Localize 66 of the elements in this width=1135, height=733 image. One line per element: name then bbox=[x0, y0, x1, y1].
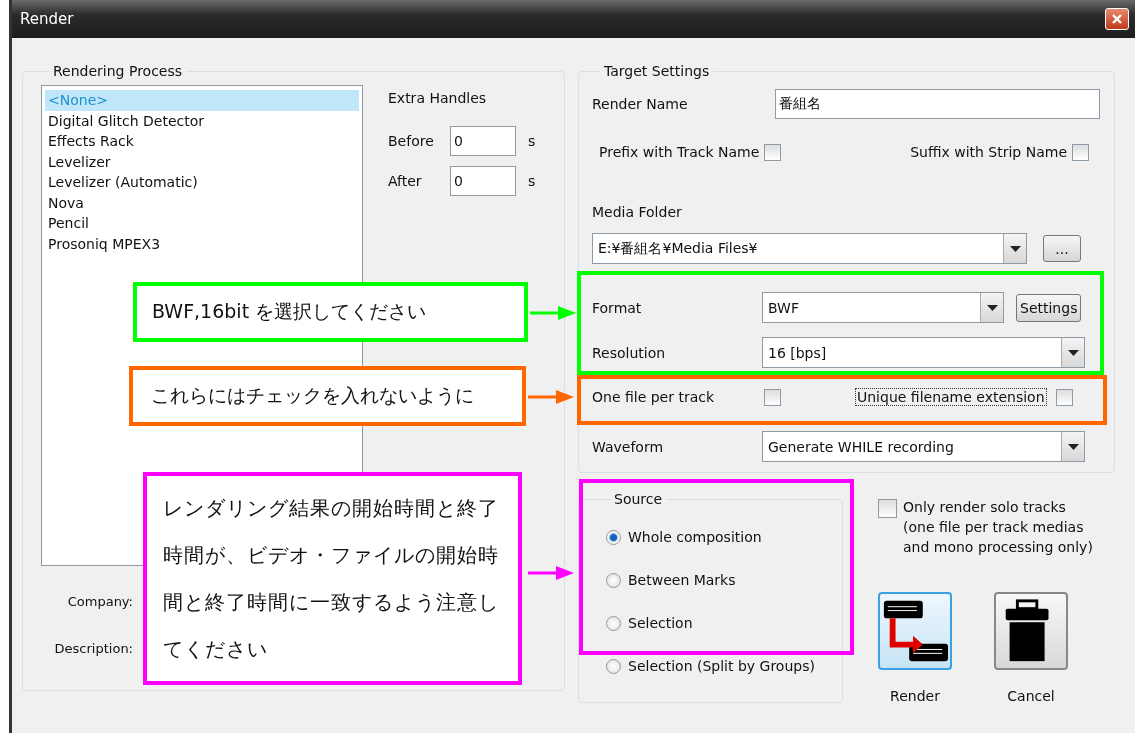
field-label: Resolution bbox=[592, 344, 667, 361]
caret-icon bbox=[986, 304, 998, 311]
input-field[interactable]: 番組名 bbox=[775, 89, 1100, 119]
list-item[interactable]: Pencil bbox=[45, 213, 359, 234]
button-label: Render bbox=[890, 688, 940, 704]
dropdown[interactable]: 16 [bps] bbox=[762, 337, 1085, 368]
field-label: Render Name bbox=[592, 96, 689, 112]
list-item[interactable]: Nova bbox=[45, 192, 359, 213]
caret-icon bbox=[1009, 245, 1021, 252]
close-button[interactable] bbox=[1105, 8, 1129, 30]
list-item[interactable]: Digital Glitch Detector bbox=[45, 110, 359, 131]
group-title: Target Settings bbox=[603, 63, 711, 79]
unit-label: s bbox=[528, 133, 536, 149]
close-icon bbox=[1111, 13, 1123, 25]
checkbox-label: Suffix with Strip Name bbox=[910, 144, 1067, 160]
checkbox[interactable] bbox=[764, 388, 781, 406]
radio-button[interactable] bbox=[606, 572, 621, 588]
settings-button[interactable]: Settings bbox=[1016, 293, 1082, 322]
field-label: After bbox=[388, 173, 423, 189]
field-label: Format bbox=[592, 299, 643, 316]
checkbox-label: Prefix with Track Name bbox=[599, 144, 760, 160]
checkbox[interactable] bbox=[1072, 143, 1089, 161]
list-item[interactable]: Effects Rack bbox=[45, 131, 359, 152]
dropdown[interactable]: BWF bbox=[762, 292, 1004, 323]
checkbox-label: Only render solo tracks (one file per track medias and mono processing only) bbox=[903, 498, 1093, 557]
field-label: Description: bbox=[53, 640, 133, 658]
button-label: Cancel bbox=[1007, 688, 1055, 704]
arrow bbox=[530, 306, 576, 320]
list-item[interactable]: Prosoniq MPEX3 bbox=[45, 233, 359, 254]
list-item[interactable]: Levelizer (Automatic) bbox=[45, 172, 359, 193]
radio-label: Whole composition bbox=[628, 529, 762, 545]
list-item[interactable]: Levelizer bbox=[45, 151, 359, 172]
checkbox-label: One file per track bbox=[592, 389, 716, 405]
checkbox[interactable] bbox=[878, 499, 897, 518]
browse-button[interactable]: ... bbox=[1043, 235, 1081, 262]
field-label: Media Folder bbox=[592, 204, 683, 222]
group-title: Rendering Process bbox=[52, 63, 184, 79]
radio-button[interactable] bbox=[606, 529, 621, 545]
checkbox-label: Unique filename extension bbox=[856, 389, 1046, 405]
group-title: Source bbox=[613, 491, 664, 507]
checkbox[interactable] bbox=[1055, 388, 1073, 406]
radio-button[interactable] bbox=[606, 615, 621, 631]
radio-label: Between Marks bbox=[628, 572, 736, 588]
callout-note: BWF,16bit を選択してください bbox=[133, 282, 528, 342]
caret-icon bbox=[1067, 443, 1079, 450]
dropdown[interactable]: Generate WHILE recording bbox=[762, 431, 1085, 462]
checkbox[interactable] bbox=[764, 143, 782, 161]
arrow bbox=[528, 566, 574, 580]
input-field[interactable]: 0 bbox=[450, 126, 516, 156]
dropdown[interactable]: E:¥番組名¥Media Files¥ bbox=[592, 233, 1027, 264]
radio-label: Selection (Split by Groups) bbox=[628, 658, 815, 674]
input-field[interactable]: 0 bbox=[450, 166, 516, 196]
field-label: Company: bbox=[66, 593, 133, 611]
toolbar-button[interactable] bbox=[878, 592, 952, 670]
callout-note: これらにはチェックを入れないように bbox=[129, 366, 526, 426]
section-label: Extra Handles bbox=[388, 90, 488, 108]
caret-icon bbox=[1067, 349, 1079, 356]
field-label: Waveform bbox=[592, 438, 665, 455]
toolbar-button[interactable] bbox=[994, 592, 1068, 670]
callout-note: レンダリング結果の開始時間と終了時間が、ビデオ・ファイルの開始時間と終了時間に一致するよう注意してください bbox=[143, 472, 522, 685]
unit-label: s bbox=[528, 173, 536, 189]
window-title: Render bbox=[20, 10, 74, 28]
radio-button[interactable] bbox=[606, 658, 621, 674]
field-label: Before bbox=[388, 133, 435, 149]
arrow bbox=[528, 390, 574, 404]
radio-label: Selection bbox=[628, 615, 693, 631]
